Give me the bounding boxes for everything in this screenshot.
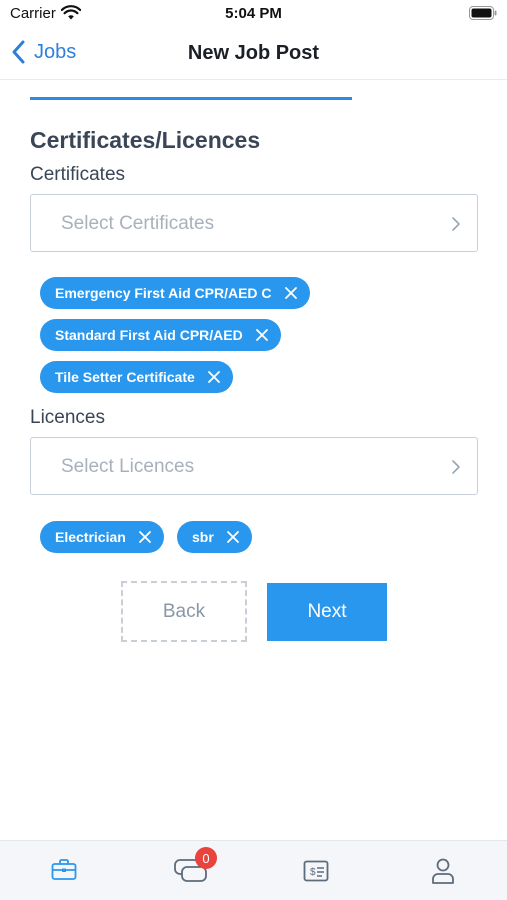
- svg-text:$: $: [310, 867, 316, 878]
- certificate-chip: Standard First Aid CPR/AED: [40, 319, 281, 351]
- certificates-select[interactable]: Select Certificates: [30, 194, 478, 252]
- licences-select[interactable]: Select Licences: [30, 437, 478, 495]
- chip-label: Electrician: [55, 529, 126, 545]
- remove-chip-icon[interactable]: [207, 370, 221, 384]
- tab-jobs[interactable]: [0, 841, 126, 900]
- chip-label: Tile Setter Certificate: [55, 369, 195, 385]
- unread-count-badge: 0: [195, 847, 217, 869]
- licence-chip: Electrician: [40, 521, 164, 553]
- status-bar: Carrier 5:04 PM: [0, 0, 507, 28]
- licence-chip: sbr: [177, 521, 252, 553]
- chevron-right-icon: [452, 460, 460, 474]
- tab-profile[interactable]: [381, 841, 507, 900]
- licences-placeholder: Select Licences: [61, 456, 195, 477]
- chevron-right-icon: [452, 217, 460, 231]
- profile-icon: [432, 858, 454, 884]
- clock: 5:04 PM: [225, 5, 282, 22]
- section-heading: Certificates/Licences: [30, 127, 261, 153]
- tab-billing[interactable]: $: [254, 841, 380, 900]
- remove-chip-icon[interactable]: [138, 530, 152, 544]
- remove-chip-icon[interactable]: [284, 286, 298, 300]
- tab-bar: 0 $: [0, 840, 507, 900]
- certificates-label: Certificates: [30, 164, 126, 185]
- invoice-icon: $: [303, 860, 329, 882]
- tab-messages[interactable]: [127, 841, 253, 900]
- next-button[interactable]: Next: [267, 583, 387, 641]
- navigation-bar: Jobs New Job Post: [0, 28, 507, 80]
- page-title: New Job Post: [187, 42, 320, 64]
- certificate-chip: Tile Setter Certificate: [40, 361, 233, 393]
- remove-chip-icon[interactable]: [226, 530, 240, 544]
- certificate-chip: Emergency First Aid CPR/AED C: [40, 277, 310, 309]
- briefcase-icon: [51, 859, 77, 880]
- certificates-placeholder: Select Certificates: [61, 213, 215, 234]
- licences-label: Licences: [30, 407, 105, 428]
- remove-chip-icon[interactable]: [255, 328, 269, 342]
- chip-label: Standard First Aid CPR/AED: [55, 327, 243, 343]
- battery-icon: [469, 6, 497, 20]
- chip-label: sbr: [192, 529, 214, 545]
- back-button[interactable]: Back: [121, 581, 247, 642]
- step-progress-bar: [30, 97, 352, 100]
- step-progress-fill: [30, 97, 352, 100]
- chip-label: Emergency First Aid CPR/AED C: [55, 285, 272, 301]
